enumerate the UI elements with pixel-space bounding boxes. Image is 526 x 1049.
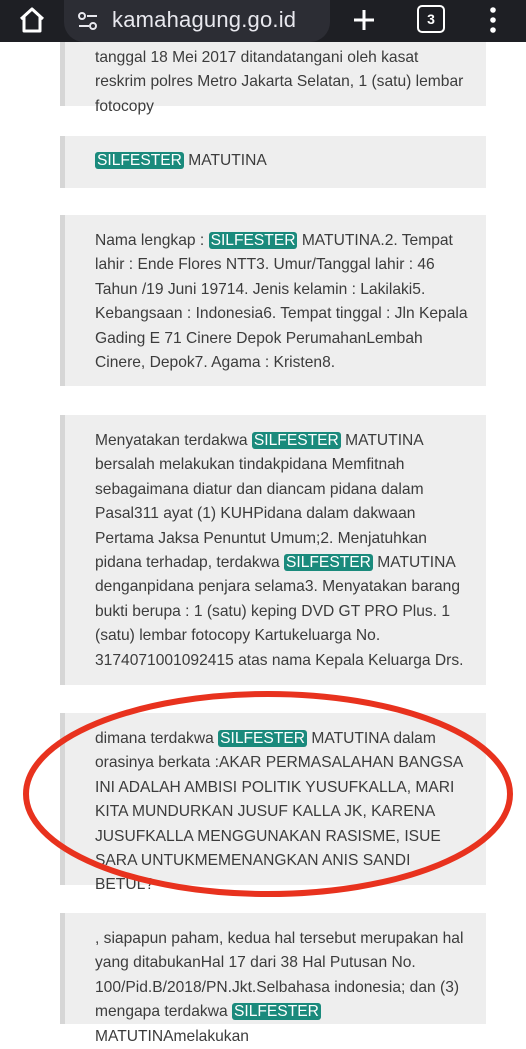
more-options-icon[interactable] [486,6,500,34]
search-result-snippet: , siapapun paham, kedua hal tersebut mer… [60,913,486,1045]
search-result-snippet: Menyatakan terdakwa SILFESTER MATUTINA b… [60,415,486,685]
tab-switcher-button[interactable]: 3 [417,5,445,33]
snippet-text: dimana terdakwa SILFESTER MATUTINA dalam… [95,730,463,894]
highlighted-term: SILFESTER [218,730,308,747]
search-result-snippet: dimana terdakwa SILFESTER MATUTINA dalam… [60,713,486,893]
highlighted-term: SILFESTER [231,1003,321,1021]
address-bar[interactable]: kamahagung.go.id [64,0,330,42]
search-result-snippet: tanggal 18 Mei 2017 ditandatangani oleh … [60,42,486,115]
snippet-text: Menyatakan terdakwa SILFESTER MATUTINA b… [95,432,464,669]
url-text: kamahagung.go.id [112,7,297,32]
site-settings-icon[interactable] [76,9,100,33]
highlighted-term: SILFESTER [251,432,341,449]
search-result-snippet: Nama lengkap : SILFESTER MATUTINA.2. Tem… [60,215,486,386]
snippet-text: Nama lengkap : SILFESTER MATUTINA.2. Tem… [95,232,468,372]
snippet-text: tanggal 18 Mei 2017 ditandatangani oleh … [95,49,464,115]
search-result-snippet: SILFESTER MATUTINA [60,136,486,188]
highlighted-term: SILFESTER [208,232,298,249]
highlighted-term: SILFESTER [284,554,373,572]
new-tab-icon[interactable] [348,4,380,36]
highlighted-term: SILFESTER [95,152,184,169]
snippet-text: SILFESTER MATUTINA [95,152,267,169]
home-icon[interactable] [16,4,48,36]
snippet-text: , siapapun paham, kedua hal tersebut mer… [95,930,464,1045]
browser-toolbar: kamahagung.go.id 3 [0,0,526,42]
